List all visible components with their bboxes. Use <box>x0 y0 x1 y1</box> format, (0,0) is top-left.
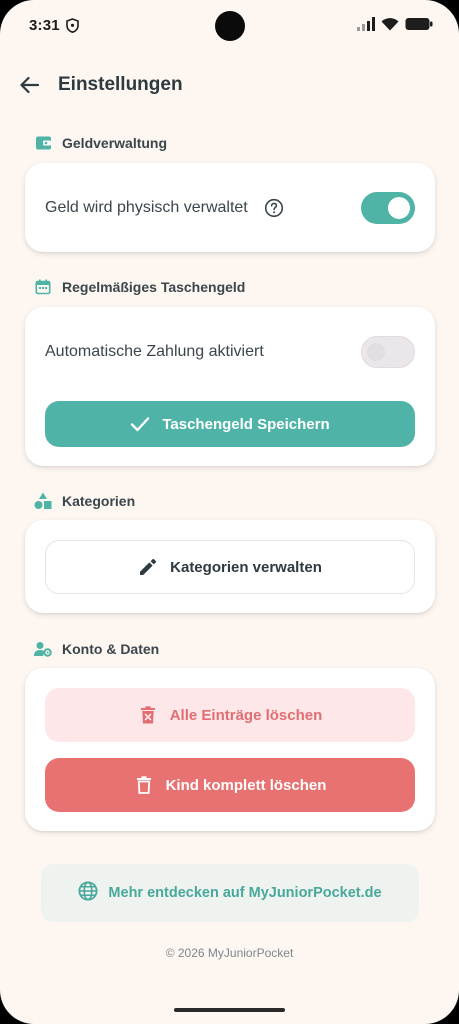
section-title-account: Konto & Daten <box>62 641 160 657</box>
discover-label: Mehr entdecken auf MyJuniorPocket.de <box>108 885 382 901</box>
status-icons <box>357 17 433 31</box>
card-categories: Kategorien verwalten <box>25 520 435 613</box>
manage-categories-button[interactable]: Kategorien verwalten <box>45 540 415 594</box>
save-allowance-label: Taschengeld Speichern <box>162 415 330 433</box>
page-title: Einstellungen <box>58 74 183 95</box>
physical-money-toggle[interactable] <box>361 192 415 224</box>
back-button[interactable] <box>14 72 44 98</box>
app-bar: Einstellungen <box>0 64 459 106</box>
manage-accounts-icon <box>34 640 52 658</box>
section-header-money: Geldverwaltung <box>34 134 167 152</box>
section-header-allowance: Regelmäßiges Taschengeld <box>34 278 245 296</box>
delete-entries-button[interactable]: Alle Einträge löschen <box>45 688 415 742</box>
footer-copyright: © 2026 MyJuniorPocket <box>165 946 294 960</box>
check-icon <box>130 414 150 434</box>
calendar-icon <box>34 278 52 296</box>
section-header-account: Konto & Daten <box>34 640 159 658</box>
section-title-allowance: Regelmäßiges Taschengeld <box>62 279 246 295</box>
home-indicator[interactable] <box>174 1008 285 1012</box>
help-icon[interactable] <box>264 198 284 218</box>
manage-categories-label: Kategorien verwalten <box>170 558 322 576</box>
camera-cutout <box>215 11 245 41</box>
pencil-icon <box>138 557 158 577</box>
physical-money-label: Geld wird physisch verwaltet <box>45 199 248 216</box>
battery-icon <box>405 18 433 30</box>
globe-icon <box>78 881 98 905</box>
auto-payment-toggle[interactable] <box>361 336 415 368</box>
wifi-icon <box>381 18 399 31</box>
save-allowance-button[interactable]: Taschengeld Speichern <box>45 401 415 447</box>
card-account: Alle Einträge löschen Kind komplett lösc… <box>25 668 435 831</box>
toggle-knob <box>388 197 410 219</box>
delete-child-button[interactable]: Kind komplett löschen <box>45 758 415 812</box>
arrow-back-icon <box>20 76 39 94</box>
toggle-knob <box>367 343 385 361</box>
status-time: 3:31 <box>29 17 60 34</box>
section-title-money: Geldverwaltung <box>62 135 168 151</box>
delete-child-label: Kind komplett löschen <box>165 776 327 794</box>
shield-icon <box>66 18 79 33</box>
delete-forever-icon <box>138 705 158 725</box>
section-header-categories: Kategorien <box>34 492 135 510</box>
wallet-icon <box>34 134 52 152</box>
trash-icon <box>134 775 154 795</box>
card-allowance: Automatische Zahlung aktiviert Taschenge… <box>25 307 435 466</box>
settings-screen: 3:31 Einstellungen Geldverwaltung Geld w… <box>0 0 459 1024</box>
auto-payment-label: Automatische Zahlung aktiviert <box>45 343 264 360</box>
signal-icon <box>357 17 375 31</box>
discover-link[interactable]: Mehr entdecken auf MyJuniorPocket.de <box>41 864 419 922</box>
card-money: Geld wird physisch verwaltet <box>25 163 435 252</box>
section-title-categories: Kategorien <box>62 493 136 509</box>
status-bar: 3:31 <box>0 0 459 50</box>
shapes-icon <box>34 492 52 510</box>
delete-entries-label: Alle Einträge löschen <box>169 706 323 724</box>
